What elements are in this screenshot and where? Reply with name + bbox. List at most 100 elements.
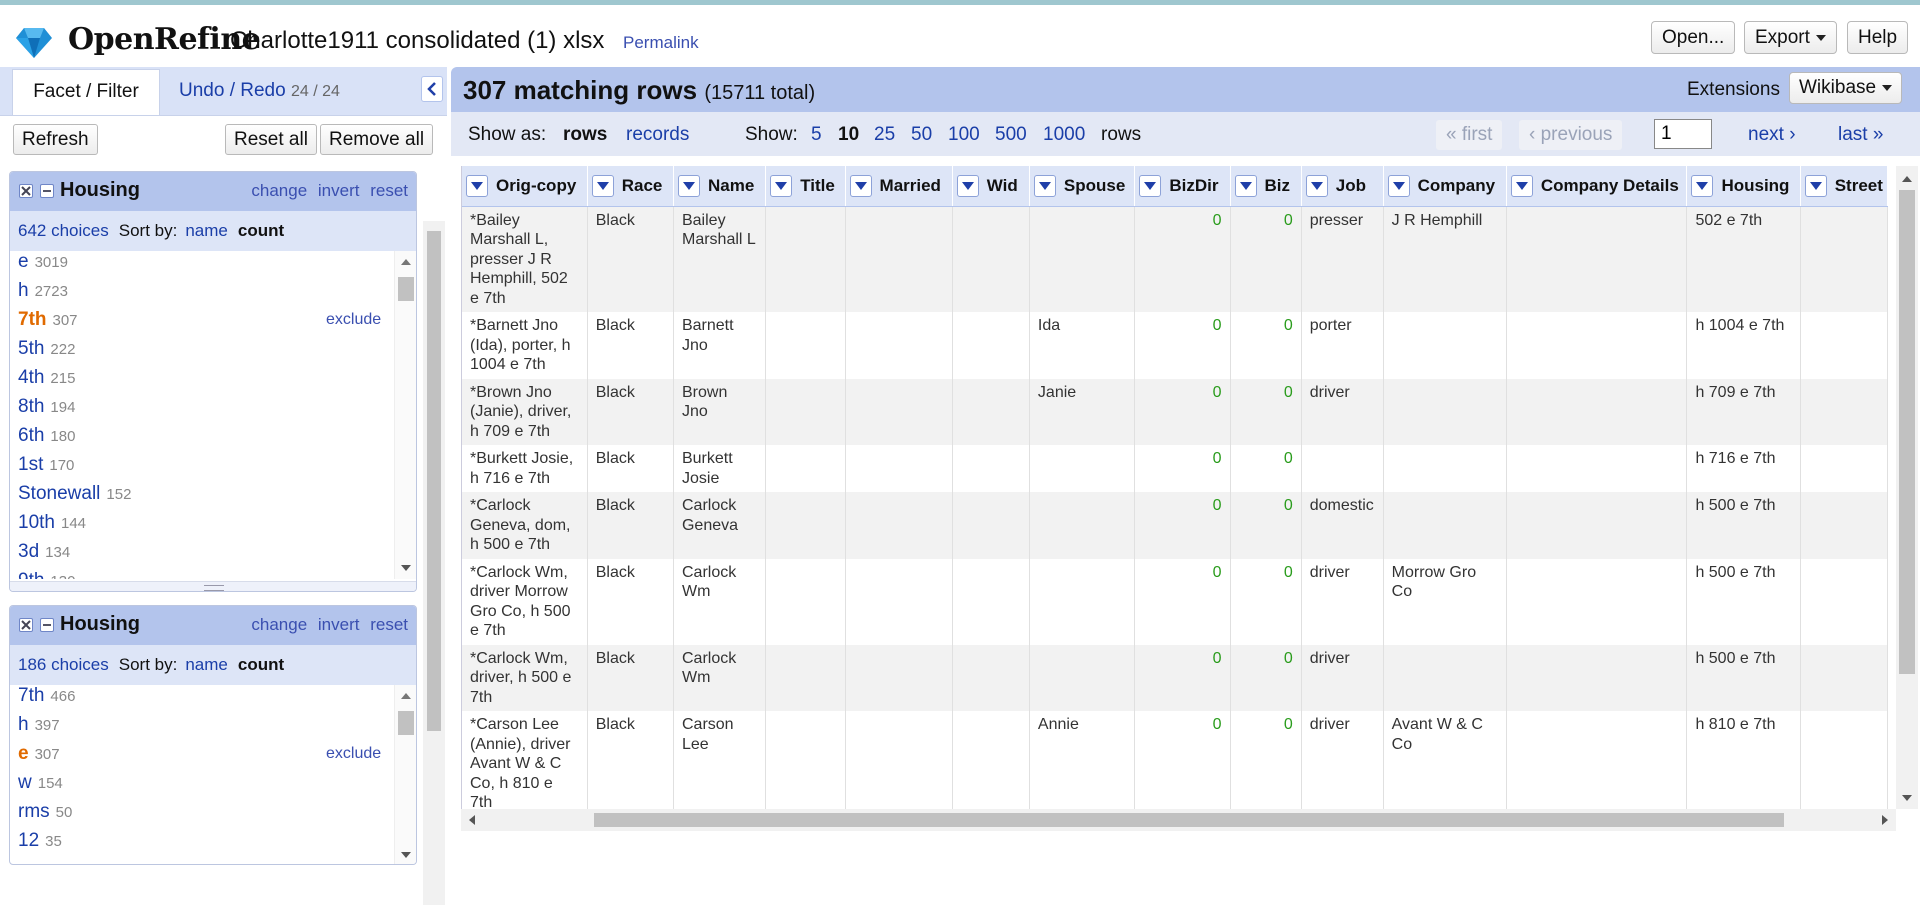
facet-choice[interactable]: 10th 144 [18,512,86,534]
minimize-facet-button[interactable] [40,618,54,632]
table-cell[interactable] [1800,206,1888,312]
table-cell[interactable]: 0 [1134,558,1231,645]
column-header[interactable]: Title [765,166,846,207]
table-cell[interactable] [1800,312,1888,379]
last-page-button[interactable]: last » [1828,120,1893,150]
table-cell[interactable]: *Brown Jno (Janie), driver, h 709 e 7th [462,378,588,445]
table-cell[interactable]: Black [587,644,674,711]
table-cell[interactable]: h 500 e 7th [1686,492,1801,559]
sort-by-name-link[interactable]: name [185,221,228,240]
facet-change-link[interactable]: change [251,615,307,634]
page-size-25[interactable]: 25 [874,124,895,146]
table-cell[interactable] [765,378,846,445]
column-menu-icon[interactable] [1139,174,1162,197]
facet-choice[interactable]: 5th 222 [18,338,75,360]
table-cell[interactable] [845,711,953,809]
wikibase-menu-button[interactable]: Wikibase [1789,72,1903,104]
page-number-input[interactable] [1654,119,1712,149]
table-cell[interactable] [952,492,1030,559]
choice-name[interactable]: h [18,714,29,735]
table-cell[interactable]: porter [1301,312,1384,379]
table-cell[interactable]: Black [587,711,674,809]
column-menu-icon[interactable] [956,174,979,197]
facet-choice-selected[interactable]: e 307 [18,743,60,765]
scrollbar-thumb[interactable] [398,277,414,301]
scrollbar-thumb[interactable] [1899,190,1915,674]
choice-name[interactable]: e [18,251,29,272]
scroll-up-icon[interactable] [401,259,411,265]
table-cell[interactable]: 0 [1230,644,1302,711]
table-cell[interactable]: 0 [1230,492,1302,559]
table-cell[interactable] [1029,445,1136,492]
scroll-down-icon[interactable] [401,852,411,858]
table-cell[interactable]: driver [1301,644,1384,711]
table-cell[interactable] [1800,558,1888,645]
column-header[interactable]: Street [1800,166,1888,207]
table-cell[interactable] [952,644,1030,711]
column-menu-icon[interactable] [1804,174,1827,197]
remove-facet-button[interactable] [19,618,33,632]
project-name[interactable]: Charlotte1911 consolidated (1) xlsx [230,27,604,55]
table-cell[interactable]: Black [587,445,674,492]
table-cell[interactable]: 502 e 7th [1686,206,1801,312]
choice-name[interactable]: rms [18,801,50,822]
table-cell[interactable] [1383,378,1507,445]
table-cell[interactable]: Carson Lee [673,711,767,809]
table-cell[interactable] [952,206,1030,312]
table-cell[interactable]: Bailey Marshall L [673,206,767,312]
choice-name[interactable]: 9th [18,570,44,579]
choice-name[interactable]: 7th [18,309,47,330]
table-vertical-scrollbar[interactable] [1896,166,1918,809]
facet-choice[interactable]: 6th 180 [18,425,75,447]
choice-name[interactable]: 6th [18,425,44,446]
column-menu-icon[interactable] [591,174,614,197]
previous-page-button[interactable]: ‹ previous [1519,120,1623,150]
page-size-10[interactable]: 10 [838,124,859,146]
choice-name[interactable]: 8th [18,396,44,417]
refresh-button[interactable]: Refresh [13,124,98,155]
table-cell[interactable]: presser [1301,206,1384,312]
exclude-link[interactable]: exclude [326,311,381,329]
table-cell[interactable] [845,492,953,559]
table-cell[interactable] [845,378,953,445]
column-menu-icon[interactable] [849,174,872,197]
facet-choice[interactable]: 3d 134 [18,541,70,563]
facet-choice[interactable]: 4th 215 [18,367,75,389]
table-cell[interactable] [1506,378,1688,445]
facet-resize-handle[interactable] [10,581,416,591]
table-cell[interactable] [1800,644,1888,711]
table-cell[interactable] [1800,492,1888,559]
facet-choice[interactable]: Stonewall 152 [18,483,131,505]
choice-name[interactable]: 5th [18,338,44,359]
table-cell[interactable] [1800,378,1888,445]
remove-facet-button[interactable] [19,184,33,198]
facet-choice[interactable]: rms 50 [18,801,72,823]
table-cell[interactable]: h 1004 e 7th [1686,312,1801,379]
scroll-up-icon[interactable] [401,693,411,699]
facet-choices-count[interactable]: 642 choices [18,221,109,240]
table-cell[interactable]: Black [587,312,674,379]
facet-choice[interactable]: 8th 194 [18,396,75,418]
page-size-100[interactable]: 100 [948,124,980,146]
choice-name[interactable]: 1st [18,454,43,475]
facet-choice[interactable]: w 154 [18,772,63,794]
exclude-link[interactable]: exclude [326,745,381,763]
table-cell[interactable]: 0 [1230,711,1302,809]
table-cell[interactable]: Ida [1029,312,1136,379]
table-cell[interactable]: 0 [1134,312,1231,379]
facet-choice[interactable]: h 397 [18,714,60,736]
scroll-down-icon[interactable] [401,565,411,571]
table-cell[interactable]: *Carlock Wm, driver Morrow Gro Co, h 500… [462,558,588,645]
remove-all-button[interactable]: Remove all [320,124,434,155]
column-menu-icon[interactable] [1510,174,1533,197]
column-menu-icon[interactable] [1033,174,1056,197]
table-cell[interactable]: driver [1301,558,1384,645]
table-cell[interactable]: 0 [1230,312,1302,379]
column-menu-icon[interactable] [1305,174,1328,197]
table-cell[interactable]: 0 [1134,378,1231,445]
table-cell[interactable] [1506,644,1688,711]
table-cell[interactable] [845,206,953,312]
table-cell[interactable]: 0 [1230,558,1302,645]
table-cell[interactable]: 0 [1134,206,1231,312]
facet-choice[interactable]: 1st 170 [18,454,74,476]
